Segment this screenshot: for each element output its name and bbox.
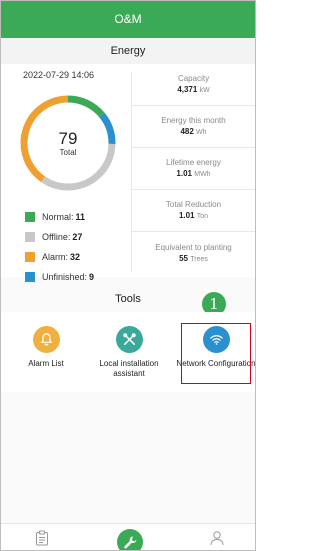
clipboard-icon[interactable] bbox=[35, 530, 59, 550]
page-title: O&M bbox=[114, 12, 142, 26]
energy-section-header: Energy bbox=[1, 38, 255, 64]
stat-trees-value: 55 Trees bbox=[179, 253, 208, 263]
stat-capacity: Capacity 4,371 kW bbox=[132, 64, 255, 106]
legend-normal[interactable]: Normal: 11 bbox=[25, 207, 94, 227]
stat-capacity-label: Capacity bbox=[177, 74, 210, 83]
legend-offline[interactable]: Offline: 27 bbox=[25, 227, 94, 247]
legend-normal-label: Normal: bbox=[42, 212, 74, 222]
tool-alarm-list[interactable]: Alarm List bbox=[6, 326, 86, 369]
legend-unfinished-value: 9 bbox=[89, 272, 95, 282]
tool-alarm-list-label: Alarm List bbox=[28, 359, 64, 368]
legend-alarm[interactable]: Alarm: 32 bbox=[25, 247, 94, 267]
status-legend: Normal: 11 Offline: 27 Alarm: 32 Unfinis… bbox=[25, 207, 94, 287]
energy-panel: 2022-07-29 14:06 79 Total Normal: 11 Off… bbox=[1, 64, 255, 282]
stat-energy-month-value: 482 Wh bbox=[180, 127, 207, 136]
wrench-icon[interactable] bbox=[117, 529, 143, 550]
app-header: O&M bbox=[1, 1, 255, 38]
app-frame: O&M Energy 2022-07-29 14:06 79 Total Nor… bbox=[0, 0, 256, 551]
total-plants-value: 79 bbox=[58, 128, 78, 148]
stat-total-reduction-label: Total Reduction bbox=[165, 200, 222, 209]
legend-unfinished-label: Unfinished: bbox=[42, 272, 88, 282]
energy-section-title: Energy bbox=[110, 45, 146, 57]
legend-swatch-alarm bbox=[25, 252, 35, 262]
legend-swatch-unfinished bbox=[25, 272, 35, 282]
tool-local-installation-assistant-label: Local installation assistant bbox=[99, 359, 159, 378]
stat-trees-label: Equivalent to planting bbox=[155, 242, 232, 252]
stat-lifetime-energy: Lifetime energy 1.01 MWh bbox=[132, 148, 255, 190]
stat-lifetime-energy-label: Lifetime energy bbox=[166, 158, 221, 167]
energy-datetime: 2022-07-29 14:06 bbox=[23, 70, 95, 80]
stat-capacity-value: 4,371 kW bbox=[177, 85, 210, 94]
stat-lifetime-energy-value: 1.01 MWh bbox=[176, 169, 211, 178]
tools-section-title: Tools bbox=[115, 293, 141, 305]
legend-offline-value: 27 bbox=[72, 232, 83, 242]
total-plants-label: Total bbox=[59, 147, 77, 157]
stat-total-reduction-value: 1.01 Ton bbox=[178, 211, 209, 220]
legend-swatch-offline bbox=[25, 232, 35, 242]
bell-icon bbox=[32, 326, 60, 353]
network-configuration-highlight bbox=[181, 323, 251, 384]
legend-unfinished[interactable]: Unfinished: 9 bbox=[25, 267, 94, 287]
stat-energy-month-label: Energy this month bbox=[161, 116, 226, 125]
tool-local-installation-assistant[interactable]: Local installation assistant bbox=[89, 326, 169, 379]
legend-normal-value: 11 bbox=[75, 212, 86, 222]
legend-alarm-label: Alarm: bbox=[42, 252, 69, 262]
legend-alarm-value: 32 bbox=[70, 252, 81, 262]
stat-total-reduction: Total Reduction 1.01 Ton bbox=[132, 190, 255, 232]
legend-offline-label: Offline: bbox=[42, 232, 71, 242]
energy-stats: Capacity 4,371 kW Energy this month 482 … bbox=[132, 64, 255, 274]
donut-center: 79 Total bbox=[15, 90, 121, 196]
stat-trees: Equivalent to planting 55 Trees bbox=[132, 232, 255, 274]
user-icon[interactable] bbox=[209, 530, 233, 550]
tools-icon bbox=[115, 326, 143, 353]
legend-swatch-normal bbox=[25, 212, 35, 222]
stat-energy-month: Energy this month 482 Wh bbox=[132, 106, 255, 148]
